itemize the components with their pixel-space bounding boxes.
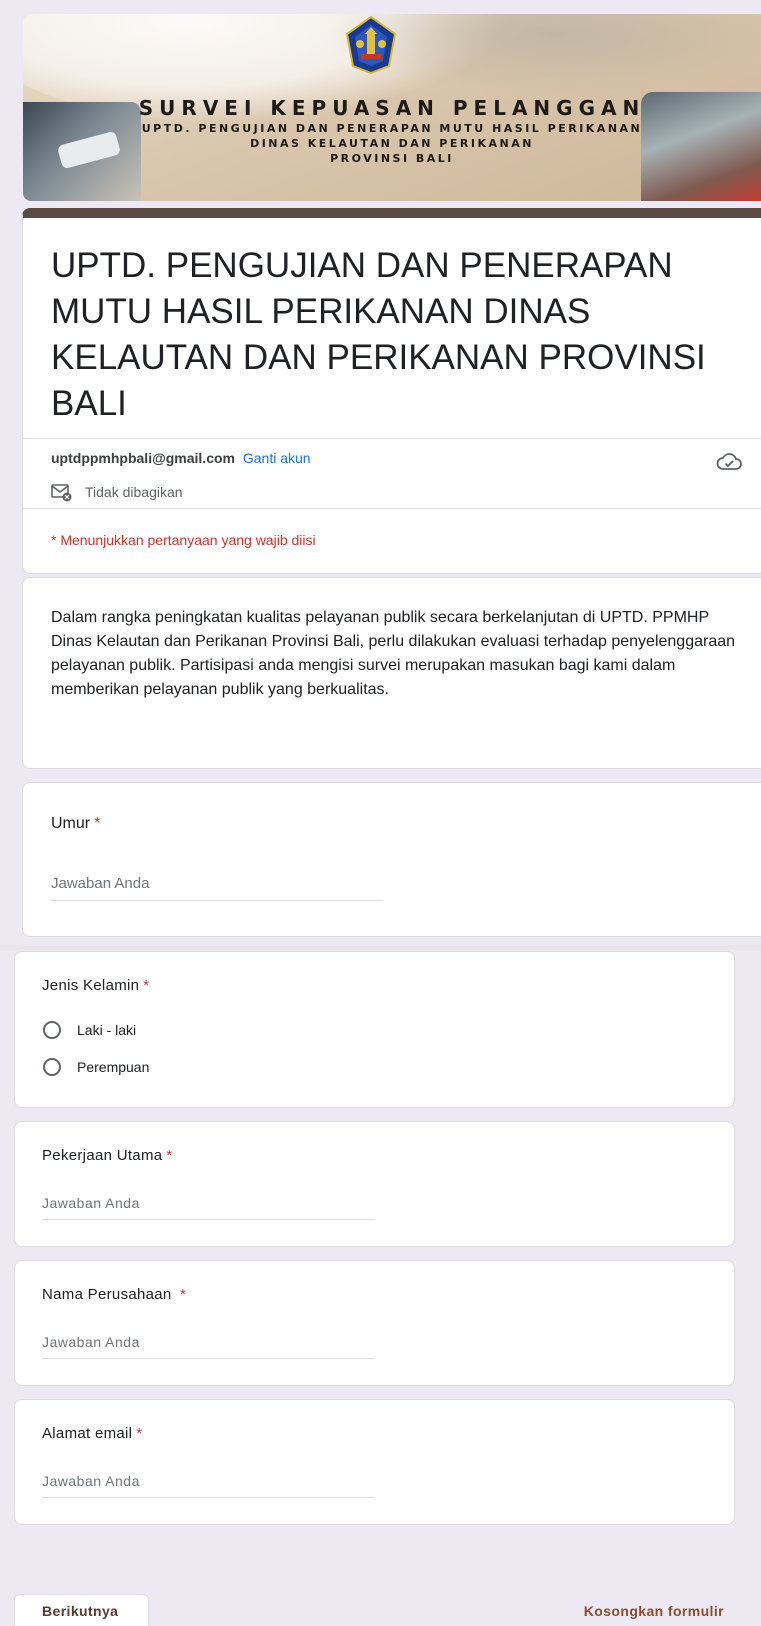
next-button[interactable]: Berikutnya [14,1594,149,1626]
email-input[interactable] [42,1473,375,1498]
cloud-saved-icon [716,453,742,470]
question-card-occupation: Pekerjaan Utama * [14,1121,735,1247]
radio-label: Perempuan [77,1059,150,1075]
radio-label: Laki - laki [77,1022,137,1038]
banner-title: SURVEI KEPUASAN PELANGGAN [138,96,646,120]
banner-subtitle-line-3: PROVINSI BALI [330,152,454,165]
question-card-company: Nama Perusahaan * [14,1260,735,1386]
provincial-emblem-icon [345,16,397,74]
email-not-shared-icon [51,484,72,502]
question-card-gender: Jenis Kelamin * Laki - laki Perempuan [14,951,735,1108]
required-asterisk: * [143,977,150,994]
question-text: Jenis Kelamin [42,977,140,994]
screenshot-seam [0,945,761,950]
required-note: * Menunjukkan pertanyaan yang wajib diis… [51,532,316,548]
clear-form-link[interactable]: Kosongkan formulir [584,1603,724,1619]
banner-subtitle-line-1: UPTD. PENGUJIAN DAN PENERAPAN MUTU HASIL… [141,122,643,135]
age-input[interactable] [51,875,383,901]
account-row: uptdppmhpbali@gmail.com Ganti akun [51,450,311,466]
question-label-occupation: Pekerjaan Utama * [42,1147,173,1164]
question-card-age: Umur * [22,782,761,937]
radio-option-female[interactable]: Perempuan [43,1058,149,1076]
radio-option-male[interactable]: Laki - laki [43,1021,136,1039]
form-title: UPTD. PENGUJIAN DAN PENERAPAN MUTU HASIL… [51,246,706,423]
account-email: uptdppmhpbali@gmail.com [51,450,235,466]
form-header-card: UPTD. PENGUJIAN DAN PENERAPAN MUTU HASIL… [22,208,761,574]
form-page: SURVEI KEPUASAN PELANGGAN UPTD. PENGUJIA… [0,0,761,1626]
radio-button[interactable] [43,1021,61,1039]
required-asterisk: * [136,1425,143,1442]
switch-account-link[interactable]: Ganti akun [243,450,311,466]
question-text: Nama Perusahaan [42,1286,177,1303]
question-label-company: Nama Perusahaan * [42,1286,186,1303]
radio-button[interactable] [43,1058,61,1076]
required-asterisk: * [180,1286,187,1303]
header-divider-2 [23,508,761,509]
header-divider [23,438,761,439]
company-input[interactable] [42,1334,375,1359]
question-label-age: Umur * [51,815,100,833]
not-shared-label: Tidak dibagikan [85,484,183,500]
question-text: Pekerjaan Utama [42,1147,163,1164]
header-banner: SURVEI KEPUASAN PELANGGAN UPTD. PENGUJIA… [23,14,761,201]
description-card: Dalam rangka peningkatan kualitas pelaya… [22,577,761,769]
question-label-gender: Jenis Kelamin * [42,977,149,994]
question-label-email: Alamat email * [42,1425,142,1442]
required-asterisk: * [94,815,101,832]
not-shared-row: Tidak dibagikan [51,482,183,502]
question-card-email: Alamat email * [14,1399,735,1525]
required-asterisk: * [166,1147,173,1164]
banner-subtitle-line-2: DINAS KELAUTAN DAN PERIKANAN [250,137,534,150]
form-description: Dalam rangka peningkatan kualitas pelaya… [51,609,736,698]
occupation-input[interactable] [42,1195,375,1220]
question-text: Umur [51,815,91,832]
question-text: Alamat email [42,1425,133,1442]
